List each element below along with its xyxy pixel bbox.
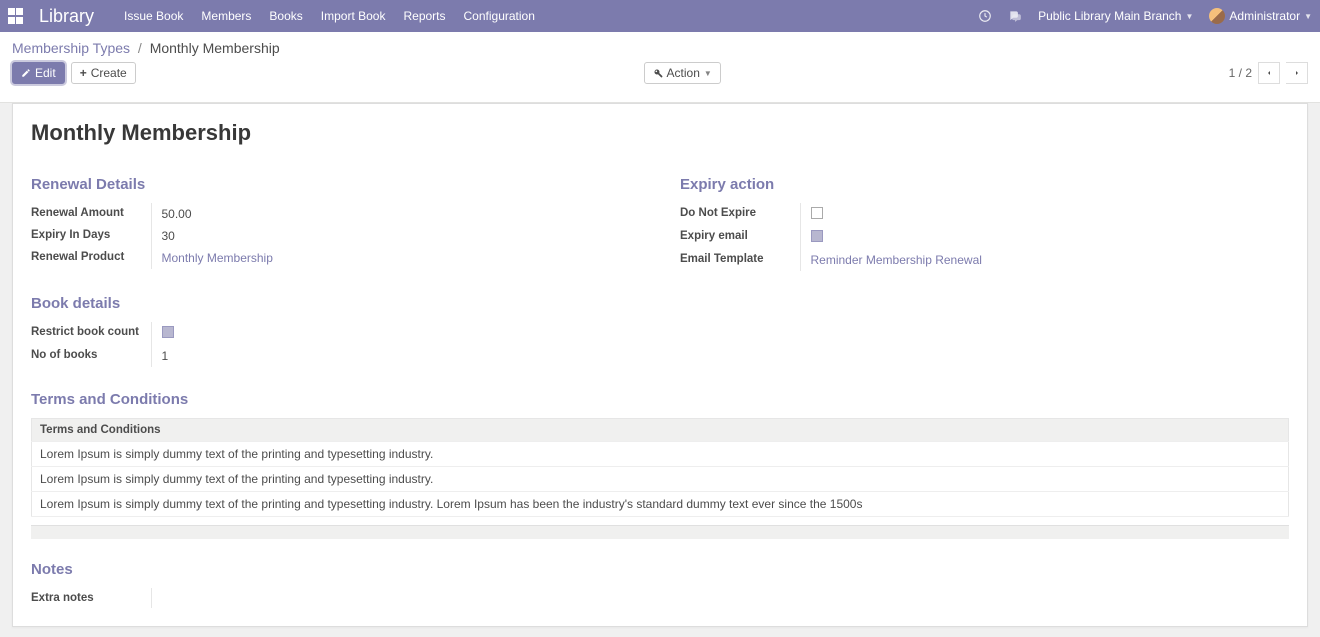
nav-reports[interactable]: Reports (403, 9, 445, 23)
pager-count: 1 / 2 (1229, 66, 1252, 80)
label-renewal-amount: Renewal Amount (31, 203, 151, 225)
main-menu: Issue Book Members Books Import Book Rep… (124, 9, 535, 23)
label-expiry-email: Expiry email (680, 226, 800, 249)
user-menu[interactable]: Administrator ▼ (1209, 8, 1312, 24)
label-expiry-in-days: Expiry In Days (31, 225, 151, 247)
terms-table: Terms and Conditions Lorem Ipsum is simp… (31, 418, 1289, 517)
value-extra-notes (151, 588, 640, 608)
action-dropdown[interactable]: Action ▼ (644, 62, 721, 84)
value-no-of-books: 1 (151, 345, 640, 367)
chevron-down-icon: ▼ (704, 69, 712, 78)
discuss-icon[interactable] (1008, 9, 1022, 23)
section-notes: Notes (31, 561, 1289, 578)
chevron-left-icon (1265, 69, 1273, 77)
pager-next-button[interactable] (1286, 62, 1308, 84)
label-extra-notes: Extra notes (31, 588, 151, 608)
apps-launcher-icon[interactable] (8, 8, 24, 24)
label-no-of-books: No of books (31, 345, 151, 367)
nav-import-book[interactable]: Import Book (321, 9, 386, 23)
breadcrumb-current: Monthly Membership (150, 40, 280, 56)
user-name: Administrator (1229, 9, 1300, 23)
nav-books[interactable]: Books (269, 9, 302, 23)
label-restrict-book-count: Restrict book count (31, 322, 151, 345)
breadcrumb-root[interactable]: Membership Types (12, 40, 130, 56)
plus-icon: + (80, 66, 87, 80)
wrench-icon (653, 68, 663, 78)
link-renewal-product[interactable]: Monthly Membership (162, 251, 273, 265)
terms-table-footer (31, 525, 1289, 539)
table-row[interactable]: Lorem Ipsum is simply dummy text of the … (32, 492, 1289, 517)
terms-column-header: Terms and Conditions (32, 419, 1289, 442)
table-row[interactable]: Lorem Ipsum is simply dummy text of the … (32, 442, 1289, 467)
terms-cell: Lorem Ipsum is simply dummy text of the … (32, 492, 1289, 517)
label-do-not-expire: Do Not Expire (680, 203, 800, 226)
action-label: Action (667, 66, 700, 80)
terms-cell: Lorem Ipsum is simply dummy text of the … (32, 467, 1289, 492)
company-switcher[interactable]: Public Library Main Branch ▼ (1038, 9, 1193, 23)
chevron-down-icon: ▼ (1185, 12, 1193, 21)
app-brand[interactable]: Library (39, 6, 94, 27)
nav-issue-book[interactable]: Issue Book (124, 9, 183, 23)
chevron-right-icon (1293, 69, 1301, 77)
pager-prev-button[interactable] (1258, 62, 1280, 84)
chevron-down-icon: ▼ (1304, 12, 1312, 21)
page-title: Monthly Membership (31, 120, 1289, 146)
avatar-icon (1209, 8, 1225, 24)
table-row[interactable]: Lorem Ipsum is simply dummy text of the … (32, 467, 1289, 492)
company-name: Public Library Main Branch (1038, 9, 1181, 23)
form-sheet: Monthly Membership Renewal Details Renew… (12, 103, 1308, 627)
value-renewal-amount: 50.00 (151, 203, 640, 225)
value-expiry-in-days: 30 (151, 225, 640, 247)
breadcrumb: Membership Types / Monthly Membership (12, 40, 1308, 56)
create-button-label: Create (91, 66, 127, 80)
label-renewal-product: Renewal Product (31, 247, 151, 269)
section-renewal-details: Renewal Details (31, 176, 640, 193)
checkbox-do-not-expire (811, 207, 823, 219)
pencil-icon (21, 68, 31, 78)
edit-button[interactable]: Edit (12, 62, 65, 84)
top-navbar: Library Issue Book Members Books Import … (0, 0, 1320, 32)
checkbox-expiry-email (811, 230, 823, 242)
nav-members[interactable]: Members (201, 9, 251, 23)
section-terms-and-conditions: Terms and Conditions (31, 391, 1289, 408)
create-button[interactable]: + Create (71, 62, 136, 84)
label-email-template: Email Template (680, 249, 800, 271)
activity-icon[interactable] (978, 9, 992, 23)
edit-button-label: Edit (35, 66, 56, 80)
checkbox-restrict-book-count (162, 326, 174, 338)
section-book-details: Book details (31, 295, 1289, 312)
section-expiry-action: Expiry action (680, 176, 1289, 193)
nav-configuration[interactable]: Configuration (464, 9, 535, 23)
link-email-template[interactable]: Reminder Membership Renewal (811, 253, 982, 267)
terms-cell: Lorem Ipsum is simply dummy text of the … (32, 442, 1289, 467)
breadcrumb-separator: / (138, 40, 142, 56)
